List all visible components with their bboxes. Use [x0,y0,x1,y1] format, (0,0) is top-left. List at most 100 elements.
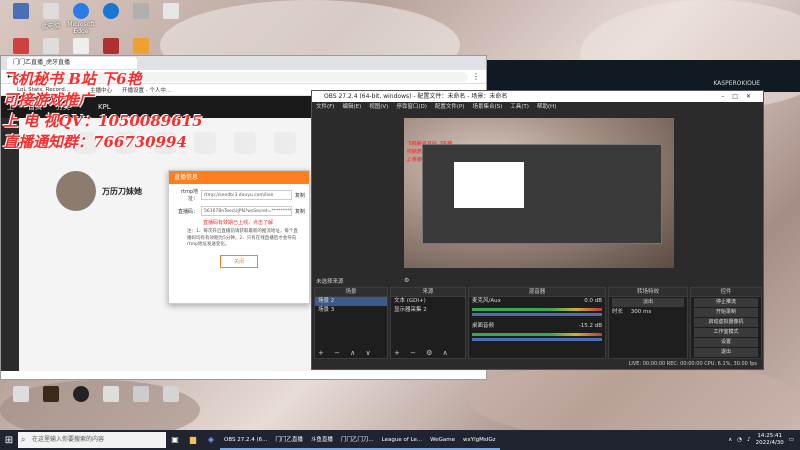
stream-key-label: 直播码： [177,208,198,215]
transitions-dock: 转场特效 淡出 时长 300 ms [608,287,688,359]
obs-window[interactable]: OBS 27.2.4 (64-bit, windows) - 配置文件：未命名 … [311,90,764,370]
taskbar-app-douyu[interactable]: 斗鱼直播 [306,430,337,450]
mixer-channel-label: 桌面音频 -15.2 dB [469,322,605,331]
clock[interactable]: 14:25:41 2022/4/30 [756,433,784,447]
wallpaper-shape [470,360,800,440]
streamer-card: 万历刀妹她 [56,171,142,211]
scene-item[interactable]: 场景 3 [315,306,387,315]
menu-docks[interactable]: 停靠窗口(D) [396,102,427,112]
audio-mixer-dock: 混音器 麦克风/Aux 0.0 dB 桌面音频 -15.2 dB [468,287,606,359]
taskbar-app-wegame[interactable]: WeGame [426,430,460,450]
menu-help[interactable]: 帮助(H) [537,102,556,112]
taskbar-app-league[interactable]: League of Le... [377,430,427,450]
preview-nested-window [454,162,524,208]
dock-title: 来源 [391,288,465,297]
copy-rtmp-button[interactable]: 复制 [295,192,305,199]
menu-view[interactable]: 视图(V) [369,102,388,112]
exit-button[interactable]: 退出 [694,348,758,357]
source-item[interactable]: 文本 (GDI+) [391,297,465,306]
taskbar-search[interactable]: ⌕ 在这里输入你要搜索的内容 [18,432,166,448]
site-sidebar [1,118,19,371]
volume-slider[interactable] [472,338,602,341]
copy-key-button[interactable]: 复制 [295,208,305,215]
rtmp-row: rtmp地址： rtmp://sendtc3.douyu.com/live 复制 [173,188,305,202]
taskbar-app[interactable]: wxYlgMsIGz [459,430,500,450]
transition-duration[interactable]: 时长 300 ms [609,308,687,317]
virtual-camera-button[interactable]: 启动虚拟摄像机 [694,318,758,327]
file-explorer-icon[interactable]: ▆ [184,430,202,450]
feature-tile[interactable] [194,132,216,154]
store-icon[interactable]: ◈ [202,430,220,450]
dock-title: 混音器 [469,288,605,297]
feature-tile[interactable] [234,132,256,154]
settings-button[interactable]: 设置 [694,338,758,347]
key-expiry-warning[interactable]: 直播码有效期已上线，点击了解 [203,219,309,226]
close-button[interactable]: 关闭 [220,254,258,268]
search-icon: ⌕ [21,435,26,444]
overlay-text-3: 上 电 视QV：1050089615 [3,112,203,130]
streamer-name: 万历刀妹她 [102,186,142,196]
dialog-title: 直播信息 [169,171,309,184]
extension-icon[interactable]: ⋮ [472,72,480,81]
volume-icon[interactable]: ♪ [747,437,751,443]
taskbar-app-obs[interactable]: OBS 27.2.4 (6... [220,430,272,450]
task-view-icon[interactable]: ▣ [166,430,184,450]
key-row: 直播码： 56167BnTeecUjPN?wsSecret=********* … [173,206,305,216]
taskbar: ⊞ ⌕ 在这里输入你要搜索的内容 ▣ ▆ ◈ OBS 27.2.4 (6... … [0,430,800,450]
menu-profile[interactable]: 配置文件(P) [435,102,465,112]
rtmp-label: rtmp地址： [180,189,198,202]
source-controls[interactable]: + − ⚙ ∧ ∨ [391,348,465,367]
desktop-icon[interactable] [122,38,160,56]
rtmp-field[interactable]: rtmp://sendtc3.douyu.com/live [201,190,292,200]
feature-tile[interactable] [274,132,296,154]
mixer-level: -15.2 dB [578,323,602,329]
mixer-channel-label: 麦克风/Aux 0.0 dB [469,297,605,306]
menu-file[interactable]: 文件(F) [316,102,334,112]
volume-meter [472,333,602,336]
menu-tools[interactable]: 工具(T) [510,102,529,112]
scene-item[interactable]: 场景 2 [315,297,387,306]
notification-icon[interactable]: ▭ [789,437,794,443]
menu-edit[interactable]: 编辑(E) [342,102,361,112]
taskbar-app-browser[interactable]: 门门乙直播 [271,430,307,450]
no-source-label: 未选择来源 [316,279,344,285]
volume-meter [472,308,602,311]
obs-status-bar: LIVE: 00:00:00 REC: 00:00:00 CPU: 6.1%, … [312,359,763,369]
taskbar-app[interactable]: 门门乙门刀... [336,430,378,450]
start-recording-button[interactable]: 开始录制 [694,308,758,317]
transition-select[interactable]: 淡出 [612,298,684,307]
dock-title: 控件 [691,288,761,297]
dock-title: 场景 [315,288,387,297]
studio-mode-button[interactable]: 工作室模式 [694,328,758,337]
source-item[interactable]: 显示器采集 2 [391,306,465,315]
mixer-level: 0.0 dB [584,298,602,304]
controls-dock: 控件 停止推流 开始录制 启动虚拟摄像机 工作室模式 设置 退出 [690,287,762,359]
dialog-note: 注：1、每次开启直播前请获取最新的推流地址，每个直播码均有有效期为5分钟。2、只… [187,229,298,247]
overlay-text-4: 直播通知群：766730994 [3,133,187,151]
tray-up-icon[interactable]: ∧ [728,437,732,443]
system-tray: ∧ ◔ ♪ 14:25:41 2022/4/30 ▭ [728,433,800,447]
volume-slider[interactable] [472,313,602,316]
scenes-dock: 场景 场景 2 场景 3 + − ∧ ∨ [314,287,388,359]
game-client-window[interactable]: KASPEROKIOUE [487,60,800,92]
overlay-text-2: 可接游戏推广 [3,91,94,109]
scene-controls[interactable]: + − ∧ ∨ [315,348,387,358]
obs-menu-bar: 文件(F) 编辑(E) 视图(V) 停靠窗口(D) 配置文件(P) 场景集合(S… [312,102,763,112]
player-name: KASPEROKIOUE [713,80,760,87]
desktop-icon[interactable] [152,3,190,21]
stream-info-dialog: 直播信息 rtmp地址： rtmp://sendtc3.douyu.com/li… [168,170,310,304]
overlay-text-1: 飞机秘书 B站 下6艳 [3,70,142,88]
window-controls[interactable]: –□✕ [721,91,759,102]
stop-streaming-button[interactable]: 停止推流 [694,298,758,307]
dock-title: 转场特效 [609,288,687,297]
menu-scene-collection[interactable]: 场景集合(S) [472,102,502,112]
avatar[interactable] [56,171,96,211]
stream-key-field[interactable]: 56167BnTeecUjPN?wsSecret=********* [201,206,292,216]
desktop-icon[interactable] [152,386,190,404]
source-properties-icon[interactable]: ⚙ [404,277,409,284]
windows-start-icon[interactable]: ⊞ [0,430,18,450]
obs-title-bar: OBS 27.2.4 (64-bit, windows) - 配置文件：未命名 … [312,91,763,102]
sources-dock: 来源 文本 (GDI+) 显示器采集 2 + − ⚙ ∧ ∨ [390,287,466,367]
obs-preview[interactable]: 飞机秘书 B站 下6艳 可接游戏推广 上电视QV：1050089615 [404,118,674,268]
network-icon[interactable]: ◔ [737,437,742,443]
